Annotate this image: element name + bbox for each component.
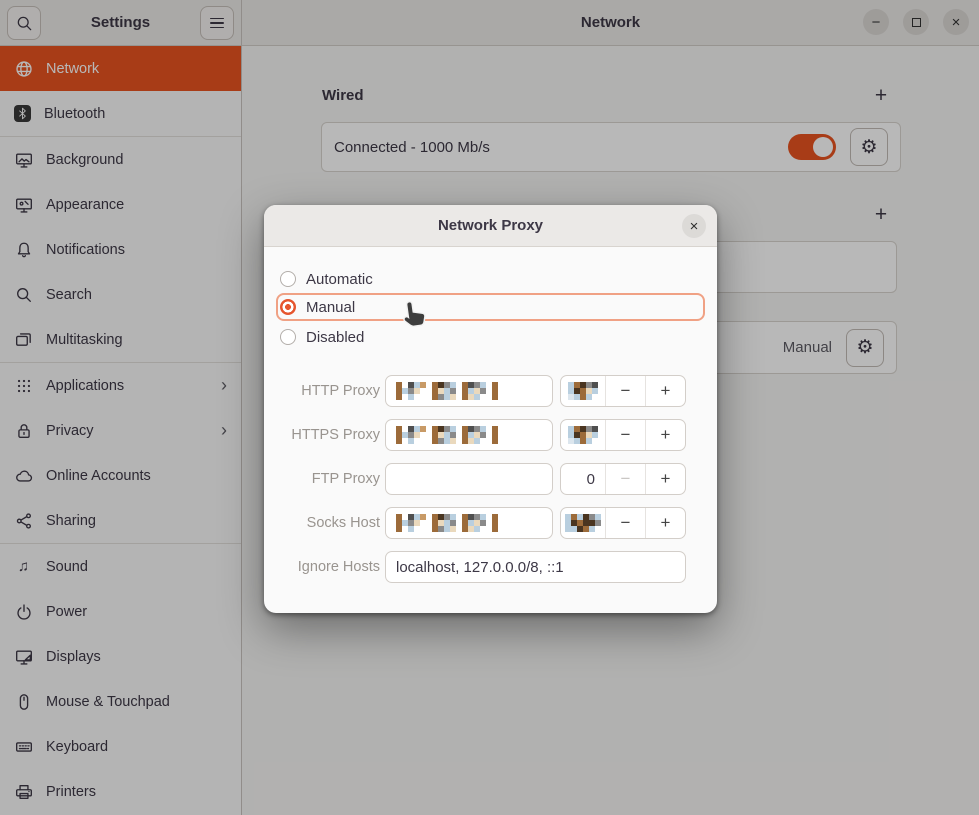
network-proxy-dialog: Network Proxy × Automatic Manual Disable… xyxy=(264,205,717,613)
ftp-port-value: 0 xyxy=(561,464,605,494)
spin-plus-button[interactable]: + xyxy=(645,376,685,406)
socks-host-label: Socks Host xyxy=(268,507,380,539)
radio-row-disabled[interactable]: Disabled xyxy=(280,324,701,350)
https-proxy-label: HTTPS Proxy xyxy=(268,419,380,451)
ftp-proxy-port-spinner[interactable]: 0 − + xyxy=(560,463,686,495)
redacted-port-value xyxy=(565,514,601,532)
spin-plus-button[interactable]: + xyxy=(645,420,685,450)
redacted-host-value xyxy=(396,514,498,532)
http-proxy-label: HTTP Proxy xyxy=(268,375,380,407)
redacted-port-value xyxy=(568,426,598,444)
ignore-hosts-value: localhost, 127.0.0.0/8, ::1 xyxy=(396,559,564,576)
spin-minus-button[interactable]: − xyxy=(605,464,645,494)
socks-host-input[interactable] xyxy=(385,507,553,539)
radio-label: Disabled xyxy=(306,329,364,346)
settings-window: Settings Network − × NetworkBluetoothBac… xyxy=(0,0,979,815)
ftp-proxy-label: FTP Proxy xyxy=(268,463,380,495)
spin-plus-button[interactable]: + xyxy=(645,508,685,538)
spin-plus-button[interactable]: + xyxy=(645,464,685,494)
ignore-hosts-input[interactable]: localhost, 127.0.0.0/8, ::1 xyxy=(385,551,686,583)
dialog-headerbar: Network Proxy × xyxy=(264,205,717,247)
https-proxy-host-input[interactable] xyxy=(385,419,553,451)
https-proxy-port-spinner[interactable]: − + xyxy=(560,419,686,451)
redacted-host-value xyxy=(396,382,498,400)
ftp-proxy-host-input[interactable] xyxy=(385,463,553,495)
http-proxy-host-input[interactable] xyxy=(385,375,553,407)
radio-row-automatic[interactable]: Automatic xyxy=(280,266,701,292)
ignore-hosts-label: Ignore Hosts xyxy=(268,551,380,583)
dialog-body: Automatic Manual Disabled HTTP Proxy − + xyxy=(264,247,717,613)
radio-label: Manual xyxy=(306,299,355,316)
dialog-close-button[interactable]: × xyxy=(682,214,706,238)
socks-port-spinner[interactable]: − + xyxy=(560,507,686,539)
radio-icon xyxy=(280,271,296,287)
radio-checked-icon xyxy=(280,299,296,315)
radio-icon xyxy=(280,329,296,345)
radio-row-manual[interactable]: Manual xyxy=(276,293,705,321)
http-proxy-port-spinner[interactable]: − + xyxy=(560,375,686,407)
spin-minus-button[interactable]: − xyxy=(605,420,645,450)
close-icon: × xyxy=(690,218,699,235)
radio-label: Automatic xyxy=(306,271,373,288)
hand-cursor-icon xyxy=(399,297,429,330)
dialog-title: Network Proxy xyxy=(438,217,543,234)
spin-minus-button[interactable]: − xyxy=(605,376,645,406)
spin-minus-button[interactable]: − xyxy=(605,508,645,538)
redacted-host-value xyxy=(396,426,498,444)
redacted-port-value xyxy=(568,382,598,400)
